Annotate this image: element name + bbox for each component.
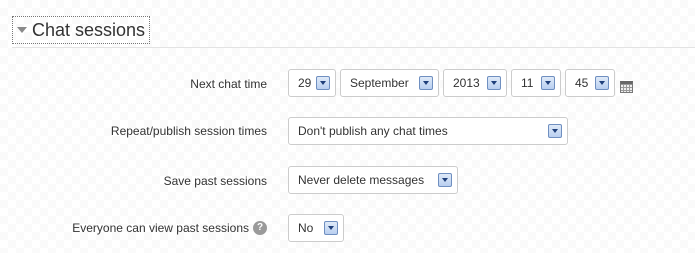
minute-value: 45 [575, 76, 589, 90]
section-title: Chat sessions [32, 19, 146, 40]
dropdown-arrow-icon [548, 124, 562, 138]
dropdown-arrow-icon [316, 76, 330, 90]
day-value: 29 [298, 76, 312, 90]
repeat-publish-label-text: Repeat/publish session times [110, 124, 267, 138]
next-chat-time-label: Next chat time [190, 77, 267, 91]
save-past-sessions-value: Never delete messages [298, 173, 425, 187]
day-select[interactable]: 29 [288, 69, 336, 97]
minute-select[interactable]: 45 [565, 69, 615, 97]
dropdown-arrow-icon [487, 76, 501, 90]
month-value: September [350, 76, 409, 90]
save-past-sessions-select[interactable]: Never delete messages [288, 166, 458, 194]
hour-select[interactable]: 11 [511, 69, 561, 97]
everyone-can-view-label-text: Everyone can view past sessions [72, 221, 249, 235]
dropdown-arrow-icon [595, 76, 609, 90]
help-icon[interactable]: ? [253, 221, 267, 235]
everyone-can-view-select[interactable]: No [288, 214, 344, 242]
section-divider [12, 47, 695, 48]
year-value: 2013 [453, 76, 480, 90]
section-header[interactable]: Chat sessions [12, 16, 151, 44]
repeat-publish-value: Don't publish any chat times [298, 124, 448, 138]
repeat-publish-select[interactable]: Don't publish any chat times [288, 117, 568, 145]
next-chat-time-label-text: Next chat time [190, 77, 267, 91]
collapse-triangle-icon[interactable] [17, 27, 27, 33]
dropdown-arrow-icon [541, 76, 555, 90]
hour-value: 11 [521, 76, 534, 90]
everyone-can-view-label: Everyone can view past sessions ? [72, 221, 267, 235]
save-past-sessions-label-text: Save past sessions [163, 174, 267, 188]
dropdown-arrow-icon [419, 76, 433, 90]
month-select[interactable]: September [340, 69, 439, 97]
calendar-icon[interactable] [620, 81, 633, 93]
everyone-can-view-value: No [298, 221, 314, 235]
dropdown-arrow-icon [438, 173, 452, 187]
dropdown-arrow-icon [324, 221, 338, 235]
year-select[interactable]: 2013 [443, 69, 507, 97]
save-past-sessions-label: Save past sessions [164, 174, 267, 188]
repeat-publish-label: Repeat/publish session times [111, 124, 267, 138]
